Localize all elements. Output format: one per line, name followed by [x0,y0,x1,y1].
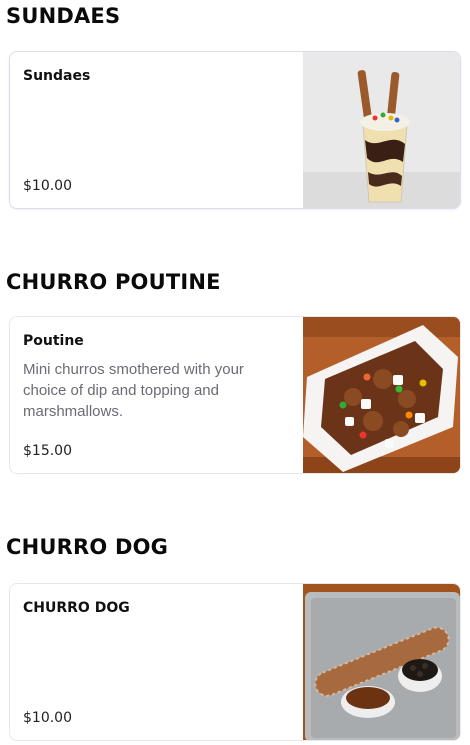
menu-item-card-churro-dog[interactable]: CHURRO DOG $10.00 [9,583,461,741]
menu-item-name: Poutine [23,333,84,349]
section-title-sundaes: SUNDAES [6,4,121,28]
menu-item-price: $10.00 [23,710,72,726]
churro-dog-photo [303,584,460,740]
menu-item-name: CHURRO DOG [23,600,130,616]
sundae-photo [303,52,460,208]
section-title-churro-dog: CHURRO DOG [6,535,169,559]
menu-item-price: $15.00 [23,443,72,459]
menu-item-description: Mini churros smothered with your choice … [23,361,244,420]
poutine-photo [303,317,460,473]
menu-item-card-poutine[interactable]: Poutine Mini churros smothered with your… [9,316,461,474]
menu-item-name: Sundaes [23,68,91,84]
menu-item-card-sundaes[interactable]: Sundaes $10.00 [9,51,461,209]
section-title-churro-poutine: CHURRO POUTINE [6,270,221,294]
menu-item-price: $10.00 [23,178,72,194]
